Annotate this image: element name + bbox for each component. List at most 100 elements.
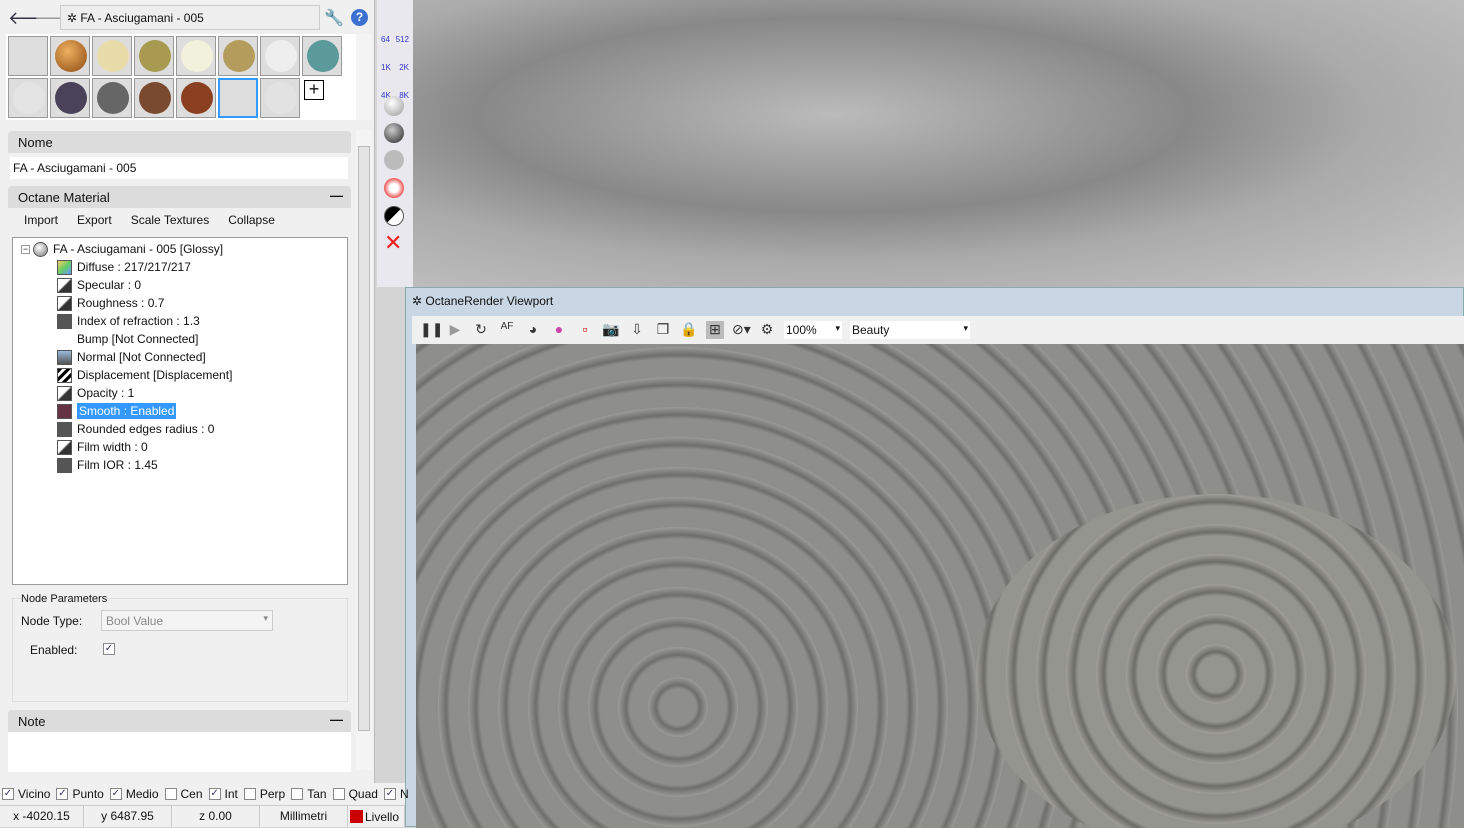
snap-int[interactable]: ✓ Int <box>208 787 238 801</box>
snap-checkbox[interactable] <box>332 788 345 800</box>
material-name-input[interactable]: FA - Asciugamani - 005 <box>10 157 348 179</box>
material-swatch[interactable] <box>92 78 132 118</box>
material-title-field[interactable]: ✲ FA - Asciugamani - 005 <box>60 5 320 30</box>
material-swatch[interactable] <box>218 36 258 76</box>
white-balance-picker-icon[interactable]: ● <box>550 321 568 339</box>
material-swatch[interactable] <box>50 78 90 118</box>
bool-icon <box>57 403 72 419</box>
add-material-button[interactable]: + <box>304 80 324 100</box>
enabled-checkbox[interactable]: ✓ <box>103 643 115 655</box>
units-label[interactable]: Millimetri <box>260 806 348 827</box>
res-64[interactable]: 64 <box>381 26 390 54</box>
camera-icon[interactable]: 📷 <box>602 321 620 339</box>
snap-checkbox[interactable]: ✓ <box>109 788 122 800</box>
collapse-icon[interactable]: — <box>330 188 343 203</box>
contrast-icon[interactable] <box>384 206 404 226</box>
collapse-button[interactable]: Collapse <box>228 213 275 227</box>
import-image-icon[interactable]: ⇩ <box>628 321 646 339</box>
tree-item[interactable]: Index of refraction : 1.3 <box>57 312 200 330</box>
snap-vicino[interactable]: ✓ Vicino <box>2 787 50 801</box>
snap-medio[interactable]: ✓ Medio <box>109 787 159 801</box>
material-swatch[interactable] <box>92 36 132 76</box>
note-textarea[interactable] <box>8 732 351 772</box>
octane-render-window: ✲ OctaneRender Viewport ❚❚ ▶ ↻ AF ◕ ● ▫ … <box>405 287 1464 828</box>
material-swatch[interactable] <box>134 78 174 118</box>
snap-label: Perp <box>259 787 286 801</box>
restart-icon[interactable]: ↻ <box>472 321 490 339</box>
collapse-node-icon[interactable]: − <box>21 244 30 254</box>
material-swatch[interactable] <box>176 78 216 118</box>
snap-tan[interactable]: Tan <box>291 787 327 801</box>
no-preview-icon[interactable]: ✕ <box>384 232 404 254</box>
material-swatch[interactable] <box>8 78 48 118</box>
snap-checkbox[interactable] <box>291 788 304 800</box>
pause-icon[interactable]: ❚❚ <box>420 321 443 339</box>
preview-sphere-icon[interactable] <box>384 96 404 116</box>
res-2k[interactable]: 2K <box>399 54 409 82</box>
3d-viewport[interactable] <box>413 0 1464 287</box>
material-swatch[interactable] <box>8 36 48 76</box>
clay-mode-icon[interactable]: ⊘▾ <box>732 321 751 339</box>
import-button[interactable]: Import <box>24 213 58 227</box>
tree-item[interactable]: Opacity : 1 <box>57 384 134 402</box>
zoom-select[interactable]: 100% ▾ <box>784 321 842 339</box>
thumbnails-scrollbar[interactable] <box>356 34 372 120</box>
snap-n[interactable]: ✓ N <box>383 787 409 801</box>
tree-item[interactable]: Bump [Not Connected] <box>57 330 198 348</box>
tree-item[interactable]: Normal [Not Connected] <box>57 348 206 366</box>
scale-textures-button[interactable]: Scale Textures <box>131 213 210 227</box>
tree-item[interactable]: Film IOR : 1.45 <box>57 456 158 474</box>
render-pass-select[interactable]: Beauty ▾ <box>850 321 970 339</box>
tree-item-label: Roughness : 0.7 <box>77 296 165 310</box>
material-swatch[interactable] <box>260 78 300 118</box>
red-sphere-icon[interactable] <box>384 178 404 198</box>
node-type-select[interactable]: Bool Value ▾ <box>101 610 273 631</box>
snap-checkbox[interactable] <box>243 788 256 800</box>
tree-item[interactable]: Rounded edges radius : 0 <box>57 420 214 438</box>
region-picker-icon[interactable]: ▫ <box>576 321 594 339</box>
panel-scrollbar[interactable] <box>356 130 372 770</box>
material-swatch-selected[interactable] <box>218 78 258 118</box>
snap-checkbox[interactable]: ✓ <box>383 788 396 800</box>
snap-punto[interactable]: ✓ Punto <box>56 787 104 801</box>
snap-checkbox[interactable]: ✓ <box>208 788 221 800</box>
y-coordinate: y 6487.95 <box>84 806 172 827</box>
res-1k[interactable]: 1K <box>381 54 391 82</box>
region-render-icon[interactable]: ⊞ <box>706 321 724 339</box>
material-swatch[interactable] <box>302 36 342 76</box>
layer-indicator[interactable]: Livello <box>348 806 405 827</box>
tree-item[interactable]: Film width : 0 <box>57 438 148 456</box>
dark-sphere-icon[interactable] <box>384 123 404 143</box>
material-picker-icon[interactable]: ◕ <box>524 321 542 339</box>
snap-quad[interactable]: Quad <box>332 787 378 801</box>
snap-checkbox[interactable]: ✓ <box>2 788 14 800</box>
tree-item[interactable]: Specular : 0 <box>57 276 141 294</box>
tree-item-selected[interactable]: Smooth : Enabled <box>57 402 177 420</box>
res-512[interactable]: 512 <box>396 26 409 54</box>
tree-item[interactable]: Roughness : 0.7 <box>57 294 164 312</box>
collapse-icon[interactable]: — <box>330 712 343 727</box>
autofocus-picker-icon[interactable]: AF <box>498 321 516 339</box>
lock-icon[interactable]: 🔒 <box>680 321 698 339</box>
save-layers-icon[interactable]: ❐ <box>654 321 672 339</box>
wrench-icon[interactable]: 🔧 <box>324 8 344 28</box>
material-swatch[interactable] <box>50 36 90 76</box>
tree-item[interactable]: Displacement [Displacement] <box>57 366 232 384</box>
play-icon[interactable]: ▶ <box>446 321 464 339</box>
render-image[interactable] <box>416 344 1464 828</box>
material-swatch[interactable] <box>260 36 300 76</box>
checker-sphere-icon[interactable] <box>384 150 404 170</box>
snap-checkbox[interactable]: ✓ <box>56 788 69 800</box>
snap-checkbox[interactable] <box>164 788 177 800</box>
snap-perp[interactable]: Perp <box>243 787 286 801</box>
note-section-header[interactable]: Note — <box>8 710 351 732</box>
octane-material-header[interactable]: Octane Material — <box>8 186 351 208</box>
tree-item[interactable]: Diffuse : 217/217/217 <box>57 258 191 276</box>
tree-root[interactable]: − FA - Asciugamani - 005 [Glossy] <box>21 240 223 258</box>
material-swatch[interactable] <box>176 36 216 76</box>
settings-icon[interactable]: ⚙ <box>758 321 776 339</box>
snap-cen[interactable]: Cen <box>164 787 203 801</box>
help-icon[interactable]: ? <box>351 9 368 26</box>
export-button[interactable]: Export <box>77 213 112 227</box>
material-swatch[interactable] <box>134 36 174 76</box>
